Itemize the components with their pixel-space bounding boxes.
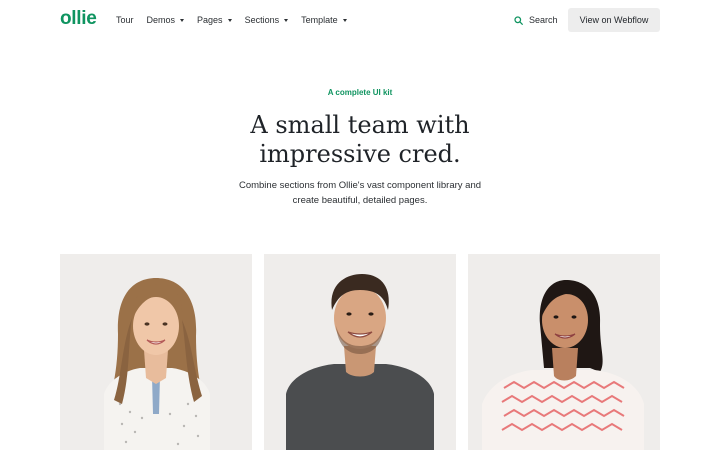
team-member-photo	[104, 278, 210, 450]
search-button[interactable]: Search	[514, 13, 558, 27]
chevron-down-icon	[342, 18, 347, 22]
team-member-card[interactable]	[468, 254, 660, 450]
nav-item-label: Pages	[197, 15, 223, 25]
hero-subtext-line: Combine sections from Ollie's vast compo…	[238, 180, 482, 191]
hero-subtext: Combine sections from Ollie's vast compo…	[0, 178, 720, 208]
nav-item-label: Sections	[244, 15, 280, 25]
chevron-down-icon	[227, 18, 232, 22]
chevron-down-icon	[180, 18, 185, 22]
chevron-down-icon	[284, 18, 289, 22]
hero-headline: A small team with impressive cred.	[0, 111, 720, 169]
search-label: Search	[529, 15, 558, 25]
search-icon	[514, 15, 523, 25]
logo[interactable]: ollie	[60, 8, 97, 30]
nav-item-tour[interactable]: Tour	[116, 13, 134, 27]
view-on-webflow-button[interactable]: View on Webflow	[568, 8, 660, 32]
nav-item-label: Demos	[146, 15, 176, 25]
nav-item-label: Tour	[116, 15, 134, 25]
hero-subtext-line: create beautiful, detailed pages.	[292, 195, 428, 206]
nav-item-sections[interactable]: Sections	[245, 13, 289, 27]
nav-item-demos[interactable]: Demos	[147, 13, 185, 27]
team-member-card[interactable]	[264, 254, 456, 450]
nav-item-template[interactable]: Template	[301, 13, 347, 27]
top-navbar: ollie Tour Demos Pages Sections Template…	[0, 0, 720, 40]
hero-headline-line: A small team with	[250, 111, 470, 139]
hero-eyebrow: A complete UI kit	[327, 88, 393, 97]
team-member-card[interactable]	[60, 254, 252, 450]
nav-item-label: Template	[301, 15, 338, 25]
main-menu: Tour Demos Pages Sections Template	[116, 13, 360, 27]
hero-headline-line: impressive cred.	[259, 140, 461, 168]
nav-item-pages[interactable]: Pages	[197, 13, 232, 27]
team-member-photo	[286, 274, 434, 450]
team-member-photo	[482, 280, 644, 450]
